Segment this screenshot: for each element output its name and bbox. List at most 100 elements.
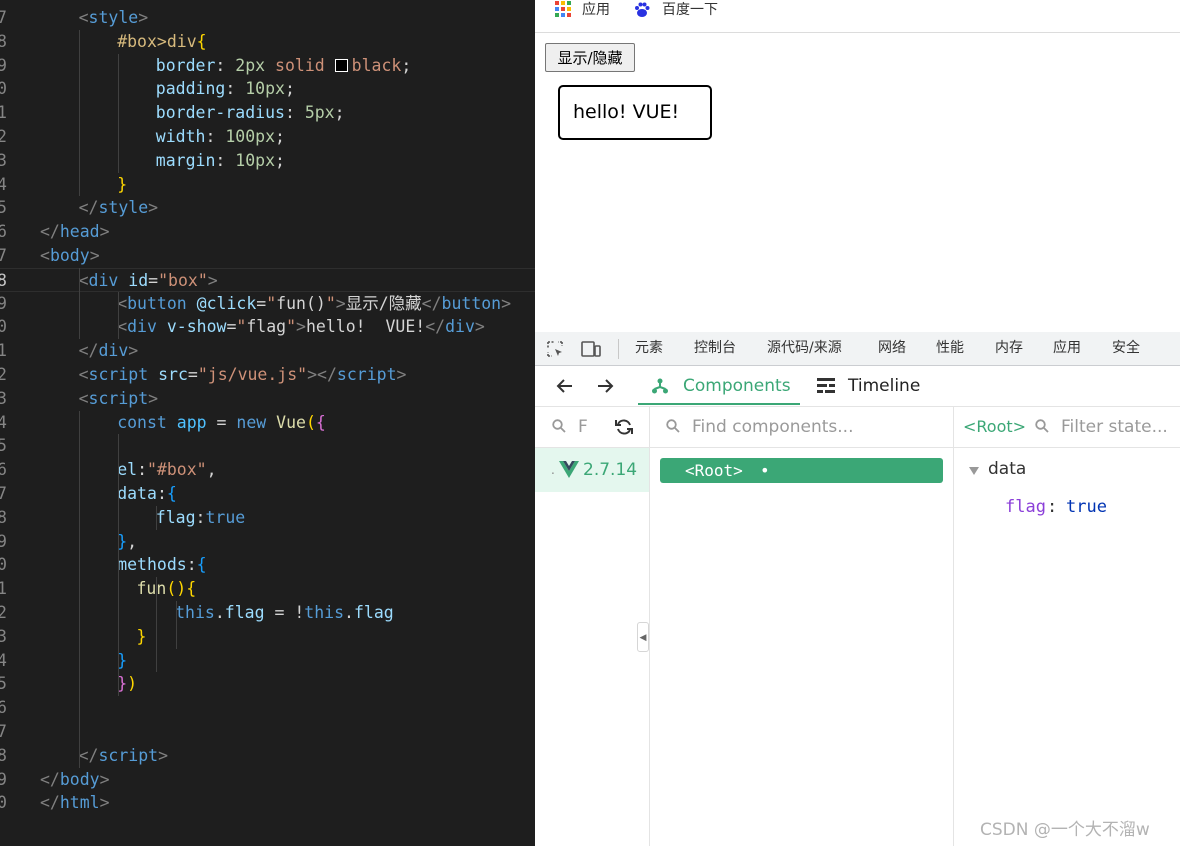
- code-line[interactable]: 1 fun(){: [0, 577, 535, 601]
- code-text: fun(){: [137, 577, 197, 601]
- filter-state-input[interactable]: Filter state...: [1061, 407, 1168, 447]
- line-number: 4: [0, 650, 7, 670]
- code-line[interactable]: 1 </div>: [0, 339, 535, 363]
- code-token: {: [166, 484, 177, 503]
- code-token: :: [186, 555, 197, 575]
- code-line[interactable]: 7 data:{: [0, 482, 535, 506]
- code-text: <body>: [40, 244, 100, 268]
- code-line[interactable]: 0 <div v-show="flag">hello! VUE!</div>: [0, 315, 535, 339]
- code-line[interactable]: 8 <div id="box">: [0, 267, 535, 292]
- code-editor[interactable]: 7 <style> 8 #box>div{9 border: 2px solid bla…: [0, 0, 535, 846]
- apps-search-input[interactable]: F: [578, 407, 588, 447]
- forward-arrow-icon[interactable]: [596, 377, 614, 395]
- tab-security[interactable]: 安全: [1112, 332, 1140, 365]
- app-list-item[interactable]: . 2.7.14: [535, 448, 649, 492]
- code-token: <: [40, 246, 50, 265]
- code-token: ;: [334, 103, 345, 123]
- bookmark-baidu[interactable]: 百度一下: [662, 0, 718, 20]
- toggle-show-hide-button[interactable]: 显示/隐藏: [545, 43, 635, 72]
- apps-grid-icon[interactable]: [555, 1, 571, 17]
- tab-performance[interactable]: 性能: [936, 332, 964, 365]
- code-line[interactable]: 7 <body>: [0, 244, 535, 268]
- tab-application[interactable]: 应用: [1053, 332, 1081, 365]
- device-toolbar-icon[interactable]: [581, 340, 601, 358]
- code-token: :: [156, 484, 167, 503]
- code-token: new: [236, 412, 267, 432]
- code-line[interactable]: 2 width: 100px;: [0, 125, 535, 149]
- tab-network[interactable]: 网络: [878, 332, 906, 365]
- code-line[interactable]: 3}: [0, 625, 535, 649]
- code-line[interactable]: 9},: [0, 530, 535, 554]
- code-line[interactable]: 6 </head>: [0, 220, 535, 244]
- code-line[interactable]: 5: [0, 434, 535, 458]
- code-line[interactable]: 1 border-radius: 5px;: [0, 101, 535, 125]
- code-text: <script src="js/vue.js"></script>: [79, 363, 407, 387]
- code-line[interactable]: 6: [0, 696, 535, 720]
- code-text: <script>: [79, 387, 158, 411]
- color-swatch-icon[interactable]: [334, 58, 348, 72]
- code-line[interactable]: 8 </script>: [0, 744, 535, 768]
- code-token: fun: [136, 579, 167, 599]
- code-line[interactable]: 0 </html>: [0, 791, 535, 815]
- code-token: {: [315, 412, 326, 432]
- search-icon: [552, 419, 566, 433]
- code-line[interactable]: 8 flag:true: [0, 506, 535, 530]
- indent-guide: [79, 29, 81, 197]
- line-number: 2: [0, 603, 7, 622]
- code-token: {: [196, 31, 207, 51]
- code-line[interactable]: 9 </body>: [0, 768, 535, 792]
- tab-sources[interactable]: 源代码/来源: [767, 332, 842, 365]
- expand-triangle-icon[interactable]: [969, 467, 979, 475]
- line-number: 2: [0, 127, 7, 146]
- code-line[interactable]: 7: [0, 720, 535, 744]
- code-token: solid: [265, 55, 335, 75]
- code-token: :: [215, 55, 236, 75]
- code-line[interactable]: 9 border: 2px solid black;: [0, 54, 535, 78]
- code-token: style: [88, 8, 139, 27]
- state-value-true[interactable]: true: [1066, 497, 1107, 517]
- code-line[interactable]: 7 <style>: [0, 6, 535, 30]
- code-token: .: [214, 603, 225, 622]
- line-number: 7: [0, 722, 7, 741]
- tab-console[interactable]: 控制台: [694, 332, 736, 365]
- code-line[interactable]: 6 el:"#box",: [0, 458, 535, 482]
- code-line[interactable]: 2 this.flag = !this.flag: [0, 601, 535, 625]
- tab-components[interactable]: Components: [683, 366, 791, 406]
- code-line[interactable]: 4}: [0, 649, 535, 673]
- code-line[interactable]: 0 padding: 10px;: [0, 77, 535, 101]
- tab-divider: [618, 339, 619, 359]
- code-token: "#box": [147, 460, 207, 480]
- code-line[interactable]: 8 #box>div{: [0, 30, 535, 54]
- code-token: =: [256, 293, 267, 313]
- code-token: ": [325, 293, 336, 313]
- line-number: 1: [0, 579, 7, 599]
- line-number: 3: [0, 626, 7, 646]
- code-line[interactable]: 3 margin: 10px;: [0, 149, 535, 173]
- root-component-node[interactable]: <Root> •: [660, 458, 943, 483]
- tab-memory[interactable]: 内存: [995, 332, 1023, 365]
- code-line[interactable]: 4}: [0, 173, 535, 197]
- code-token: ): [127, 674, 138, 694]
- code-token: >: [501, 293, 512, 313]
- code-line[interactable]: 2 <script src="js/vue.js"></script>: [0, 363, 535, 387]
- code-token: >: [158, 745, 169, 765]
- code-line[interactable]: 5}): [0, 672, 535, 696]
- line-number: 5: [0, 674, 7, 694]
- collapse-pane-handle[interactable]: ◀: [637, 622, 649, 652]
- code-token: flag: [353, 603, 394, 622]
- code-line[interactable]: 4 const app = new Vue({: [0, 411, 535, 435]
- code-token: =: [226, 317, 237, 337]
- find-components-input[interactable]: Find components...: [692, 407, 853, 447]
- code-line[interactable]: 3 <script>: [0, 387, 535, 411]
- refresh-icon[interactable]: [614, 417, 634, 437]
- code-line[interactable]: 5 </style>: [0, 196, 535, 220]
- tab-timeline[interactable]: Timeline: [848, 366, 920, 406]
- tab-elements[interactable]: 元素: [635, 332, 663, 365]
- inspect-element-icon[interactable]: [546, 340, 564, 358]
- line-number: 0: [0, 793, 7, 813]
- state-section-data[interactable]: data: [988, 459, 1026, 479]
- back-arrow-icon[interactable]: [556, 377, 574, 395]
- bookmark-apps[interactable]: 应用: [582, 0, 610, 20]
- code-line[interactable]: 0 methods:{: [0, 553, 535, 577]
- code-line[interactable]: 9 <button @click="fun()">显示/隐藏</button>: [0, 292, 535, 316]
